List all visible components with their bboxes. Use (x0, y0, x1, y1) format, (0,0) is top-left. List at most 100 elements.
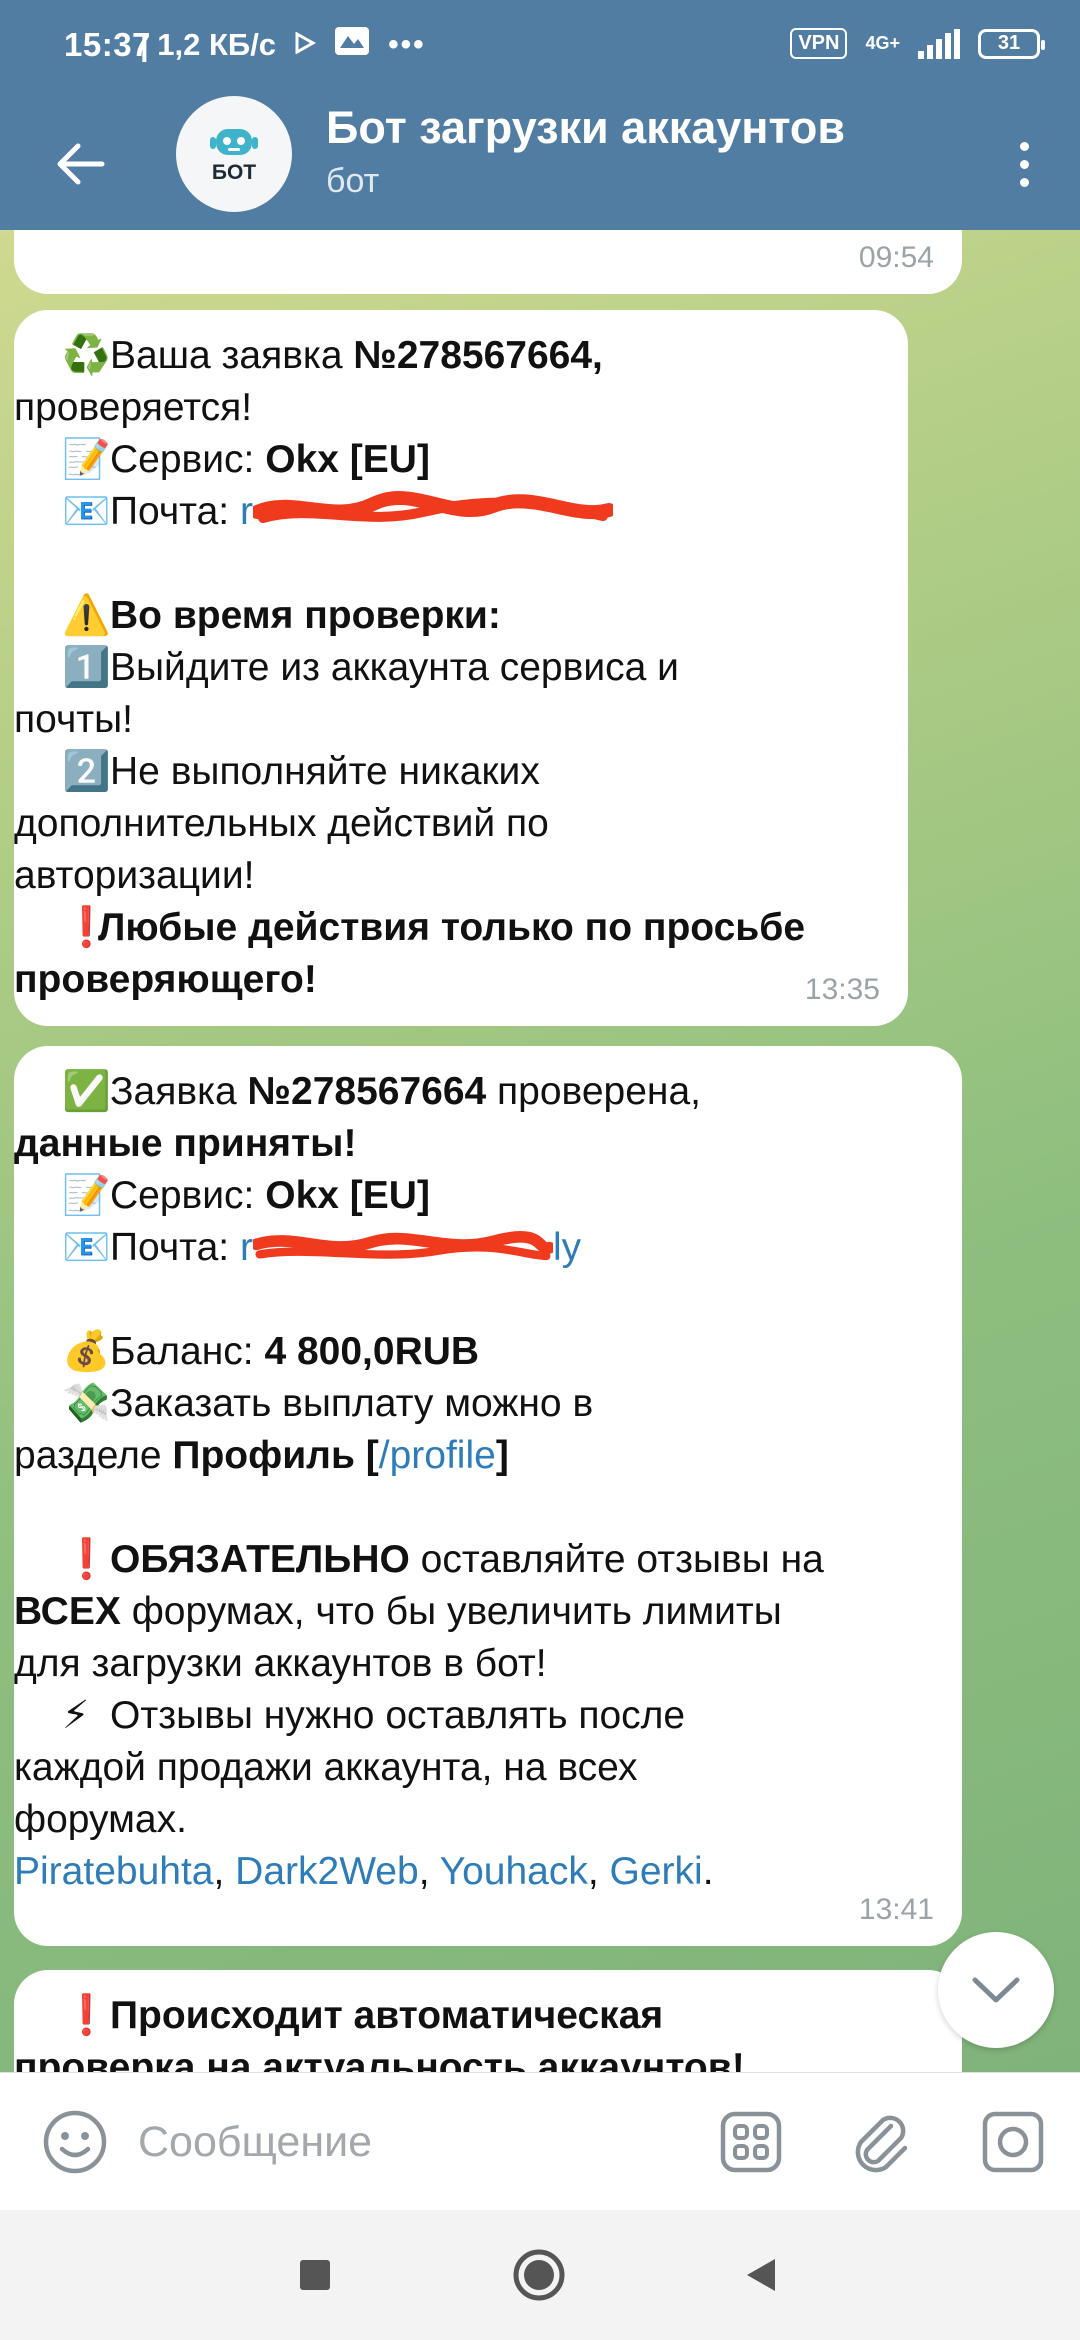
battery-level: 31 (997, 32, 1021, 54)
message-time: 13:41 (858, 1893, 934, 1926)
exclamation-icon: ❗ (62, 906, 111, 949)
chat-subtitle: бот (326, 162, 380, 200)
triangle-back-icon (747, 2259, 775, 2291)
recents-button[interactable] (280, 2240, 350, 2310)
message-line: 2️⃣Не выполняйте никаких (62, 746, 878, 798)
chevron-down-icon (972, 1977, 1020, 2003)
message-line: 💸Заказать выплату можно в (62, 1378, 932, 1430)
smile-icon (43, 2110, 107, 2174)
message-line: проверяющего! (14, 958, 317, 1001)
message-line: проверка на актуальность аккаунтов! (14, 2046, 745, 2072)
message-line: 💰Баланс: 4 800,0RUB (62, 1326, 932, 1378)
money-bag-icon: 💰 (62, 1330, 111, 1373)
memo-icon: 📝 (62, 1174, 111, 1217)
request-number: №278567664 (247, 1070, 487, 1113)
message-time: 09:54 (858, 241, 934, 274)
balance-value: 4 800,0RUB (264, 1330, 480, 1373)
signal-icon (918, 28, 960, 59)
email-tail[interactable]: ly (553, 1226, 581, 1269)
scroll-down-button[interactable] (938, 1932, 1054, 2048)
message-bubble[interactable]: ❗Происходит автоматическая проверка на а… (14, 1970, 962, 2072)
request-number: №278567664, (353, 334, 603, 377)
envelope-icon: 📧 (62, 490, 111, 533)
message-line: ⚡ Отзывы нужно оставлять после (62, 1690, 932, 1742)
cloud-app-icon (334, 26, 370, 64)
message-input-bar (0, 2072, 1080, 2210)
message-input[interactable] (138, 2107, 658, 2177)
bot-commands-button[interactable] (716, 2107, 786, 2177)
square-icon (300, 2260, 330, 2290)
message-line: 📝Сервис: Okx [EU] (62, 434, 878, 486)
memo-icon: 📝 (62, 438, 111, 481)
email-link[interactable]: r (240, 490, 253, 533)
service-value: Okx [EU] (265, 438, 430, 481)
back-nav-button[interactable] (726, 2240, 796, 2310)
profile-command-link[interactable]: /profile (379, 1434, 496, 1477)
system-nav-bar (0, 2210, 1080, 2340)
check-mark-icon: ✅ (62, 1070, 111, 1113)
message-bubble[interactable]: ✅Заявка №278567664 проверена, данные при… (14, 1046, 962, 1946)
message-line: авторизации! (14, 854, 255, 897)
message-line: 📧Почта: r (62, 486, 878, 538)
more-vertical-icon[interactable] (996, 124, 1052, 204)
message-line: каждой продажи аккаунта, на всех (14, 1746, 638, 1789)
message-line: 📝Сервис: Okx [EU] (62, 1170, 932, 1222)
message-line: проверяется! (14, 386, 253, 429)
attach-button[interactable] (846, 2107, 916, 2177)
message-line: ВСЕХ форумах, что бы увеличить лимиты (14, 1590, 782, 1633)
message-time: 13:35 (804, 973, 880, 1006)
vpn-indicator: VPN (790, 28, 848, 59)
envelope-icon: 📧 (62, 1226, 111, 1269)
email-link[interactable]: r (240, 1226, 253, 1269)
status-bar: 15:37 | 1,2 КБ/с ••• VPN 4G+ 31 (0, 0, 1080, 96)
paperclip-icon (855, 2115, 908, 2173)
message-line: 📧Почта: r ly (62, 1222, 932, 1274)
network-speed: | 1,2 КБ/с (140, 27, 277, 62)
money-wings-icon: 💸 (62, 1382, 111, 1425)
message-line: ❗Происходит автоматическая (62, 1990, 932, 2042)
avatar-text: БОТ (211, 161, 257, 184)
message-line: ✅Заявка №278567664 проверена, (62, 1066, 932, 1118)
message-line: 1️⃣Выйдите из аккаунта сервиса и (62, 642, 878, 694)
camera-icon (982, 2111, 1044, 2173)
message-line: ⚠️Во время проверки: (62, 590, 878, 642)
message-line: ❗Любые действия только по просьбе (62, 902, 878, 954)
message-list[interactable]: 09:54 ♻️Ваша заявка №278567664, проверяе… (0, 230, 1080, 2072)
message-line: разделе Профиль [/profile] (14, 1434, 509, 1477)
keycap-one-icon: 1️⃣ (62, 646, 111, 689)
redaction-scribble (252, 1230, 553, 1260)
forum-link[interactable]: Youhack (440, 1850, 588, 1893)
forum-link[interactable]: Dark2Web (235, 1850, 419, 1893)
arrow-left-icon (57, 143, 105, 185)
status-right-icons: VPN 4G+ 31 (790, 28, 1045, 59)
keycap-two-icon: 2️⃣ (62, 750, 111, 793)
exclamation-icon: ❗ (62, 1994, 111, 2037)
bot-avatar[interactable]: БОТ (176, 96, 292, 212)
camera-button[interactable] (978, 2107, 1048, 2177)
lightning-icon: ⚡ (62, 1694, 90, 1737)
more-notifications-icon: ••• (388, 28, 426, 61)
message-line: форумах. (14, 1798, 187, 1841)
chat-title[interactable]: Бот загрузки аккаунтов (326, 102, 845, 154)
back-button[interactable] (40, 124, 120, 204)
service-value: Okx [EU] (265, 1174, 430, 1217)
status-left-icons: | 1,2 КБ/с ••• (140, 26, 426, 64)
warning-icon: ⚠️ (62, 594, 111, 637)
chat-header: 15:37 | 1,2 КБ/с ••• VPN 4G+ 31 БОТ Бот … (0, 0, 1080, 230)
grid-icon (720, 2111, 782, 2173)
message-line: данные приняты! (14, 1122, 357, 1165)
forum-link[interactable]: Piratebuhta (14, 1850, 213, 1893)
message-line: почты! (14, 698, 133, 741)
robot-icon (210, 129, 258, 155)
exclamation-icon: ❗ (62, 1538, 111, 1581)
message-line: ♻️Ваша заявка №278567664, (62, 330, 878, 382)
app-bar: БОТ Бот загрузки аккаунтов бот (0, 96, 1080, 230)
message-bubble[interactable]: 09:54 (14, 230, 962, 294)
message-bubble[interactable]: ♻️Ваша заявка №278567664, проверяется! 📝… (14, 310, 908, 1026)
message-line: дополнительных действий по (14, 802, 549, 845)
forum-link[interactable]: Gerki (610, 1850, 703, 1893)
home-button[interactable] (504, 2240, 574, 2310)
status-time: 15:37 (64, 26, 151, 63)
emoji-button[interactable] (42, 2109, 108, 2175)
circle-icon (513, 2249, 565, 2301)
